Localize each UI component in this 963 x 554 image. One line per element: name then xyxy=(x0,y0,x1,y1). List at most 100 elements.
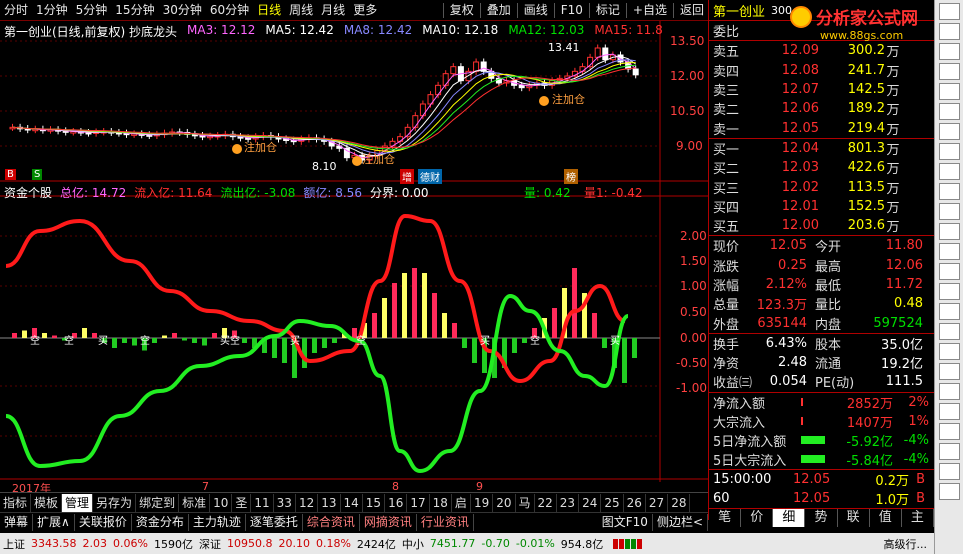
search-icon[interactable] xyxy=(938,163,960,180)
indicator-tab[interactable]: 27 xyxy=(646,493,669,512)
side-icon-bar xyxy=(934,0,963,554)
indicator-tab[interactable]: 20 xyxy=(493,493,516,512)
period-tab[interactable]: 周线 xyxy=(285,0,317,21)
pen-icon[interactable] xyxy=(938,223,960,240)
quote-tab[interactable]: 值 xyxy=(870,508,902,527)
period-tab[interactable]: 60分钟 xyxy=(206,0,253,21)
rsi-icon[interactable] xyxy=(938,203,960,220)
chart-area[interactable]: 第一创业(日线,前复权) 抄底龙头 MA3: 12.12 MA5: 12.42 … xyxy=(0,21,708,495)
info-tab[interactable]: 资金分布 xyxy=(132,513,189,531)
panel-toggle[interactable]: 图文F10 xyxy=(598,513,653,531)
panel-toggle[interactable]: 侧边栏< xyxy=(653,513,708,531)
indicator-tab[interactable]: 24 xyxy=(579,493,602,512)
grid-icon[interactable] xyxy=(938,63,960,80)
toolbar-button[interactable]: +自选 xyxy=(629,0,671,21)
period-tab[interactable]: 分时 xyxy=(0,0,32,21)
indicator-tab[interactable]: 标准 xyxy=(179,493,211,512)
logo-url: www.88gs.com xyxy=(820,29,904,42)
period-tab[interactable]: 5分钟 xyxy=(72,0,112,21)
indicator-tab[interactable]: 管理 xyxy=(62,493,94,512)
toolbar-button[interactable]: 叠加 xyxy=(483,0,515,21)
info-tab[interactable]: 逐笔委托 xyxy=(246,513,303,531)
period-tab[interactable]: 15分钟 xyxy=(111,0,158,21)
info-tab[interactable]: 主力轨迹 xyxy=(189,513,246,531)
indicator-tab[interactable]: 绑定到 xyxy=(136,493,180,512)
flow-bar xyxy=(801,417,803,426)
flow-row: 5日大宗流入 -5.84亿 -4% xyxy=(709,450,934,469)
indicator-tab[interactable]: 12 xyxy=(296,493,319,512)
star-icon[interactable] xyxy=(938,363,960,380)
indicator-tab[interactable]: 11 xyxy=(251,493,274,512)
advanced-quote-link[interactable]: 高级行... xyxy=(881,536,931,552)
indicator-tab[interactable]: 23 xyxy=(557,493,580,512)
toolbar-button[interactable]: 复权 xyxy=(446,0,478,21)
indicator-tab[interactable]: 18 xyxy=(430,493,452,512)
help-icon[interactable] xyxy=(938,423,960,440)
toolbar-button[interactable]: 画线 xyxy=(520,0,552,21)
quote-tab[interactable]: 主 xyxy=(902,508,934,527)
info-tab[interactable]: 扩展∧ xyxy=(33,513,75,531)
indicator-tab[interactable]: 14 xyxy=(341,493,363,512)
indicator-tab[interactable]: 28 xyxy=(668,493,691,512)
exit-icon[interactable] xyxy=(938,463,960,480)
print-icon[interactable] xyxy=(938,403,960,420)
indicator-tab[interactable]: 19 xyxy=(471,493,494,512)
toolbar-button[interactable]: F10 xyxy=(557,0,587,21)
home-icon[interactable] xyxy=(938,3,960,20)
tool-icon[interactable] xyxy=(938,263,960,280)
trend-icon[interactable] xyxy=(938,83,960,100)
f10-icon[interactable] xyxy=(938,123,960,140)
news-icon[interactable] xyxy=(938,143,960,160)
zx-index: 7451.77 xyxy=(429,537,476,550)
indicator-tab[interactable]: 16 xyxy=(385,493,408,512)
info-tab[interactable]: 网摘资讯 xyxy=(360,513,417,531)
quote-tab[interactable]: 联 xyxy=(838,508,870,527)
quote-tab[interactable]: 势 xyxy=(805,508,838,527)
indicator-tab[interactable]: 模板 xyxy=(31,493,63,512)
settings-icon[interactable] xyxy=(938,443,960,460)
export-icon[interactable] xyxy=(938,383,960,400)
period-tab[interactable]: 月线 xyxy=(317,0,349,21)
indicator-bar xyxy=(332,338,337,343)
chart-icon[interactable] xyxy=(938,23,960,40)
info-tab[interactable]: 综合资讯 xyxy=(303,513,360,531)
info-tab[interactable]: 弹幕 xyxy=(0,513,34,531)
indicator-tab[interactable]: 指标 xyxy=(0,493,32,512)
money-icon[interactable] xyxy=(938,103,960,120)
indicator-tab[interactable]: 10 xyxy=(210,493,233,512)
info-tab[interactable]: 行业资讯 xyxy=(417,513,474,531)
indicator-tab[interactable]: 另存为 xyxy=(93,493,137,512)
refresh-icon[interactable] xyxy=(938,283,960,300)
period-tab[interactable]: 更多 xyxy=(349,0,381,21)
calc-icon[interactable] xyxy=(938,303,960,320)
indicator-tab[interactable]: 33 xyxy=(274,493,296,512)
chart-canvas[interactable] xyxy=(0,21,708,482)
toolbar-button[interactable]: 返回 xyxy=(676,0,708,21)
indicator-tab[interactable]: 22 xyxy=(535,493,557,512)
indicator-tab[interactable]: 启 xyxy=(452,493,471,512)
compare-icon[interactable] xyxy=(938,183,960,200)
quote-tab[interactable]: 价 xyxy=(741,508,774,527)
candle-body xyxy=(450,66,457,75)
alarm-icon[interactable] xyxy=(938,343,960,360)
indicator-tab[interactable]: 马 xyxy=(516,493,535,512)
more-icon[interactable] xyxy=(938,483,960,500)
indicator-tab[interactable]: 15 xyxy=(363,493,386,512)
quote-tab[interactable]: 笔 xyxy=(709,508,742,527)
quote-label: 涨幅 xyxy=(713,279,740,294)
warn-icon[interactable] xyxy=(938,243,960,260)
quote-tab[interactable]: 细 xyxy=(773,508,806,527)
indicator-tab[interactable]: 25 xyxy=(601,493,624,512)
indicator-tab[interactable]: 圣 xyxy=(232,493,252,512)
period-tab[interactable]: 日线 xyxy=(253,0,285,21)
indicator-bar xyxy=(22,330,27,338)
toolbar-button[interactable]: 标记 xyxy=(592,0,624,21)
indicator-tab[interactable]: 13 xyxy=(318,493,341,512)
indicator-tab[interactable]: 17 xyxy=(407,493,430,512)
book-icon[interactable] xyxy=(938,323,960,340)
period-tab[interactable]: 1分钟 xyxy=(32,0,72,21)
period-tab[interactable]: 30分钟 xyxy=(159,0,206,21)
indicator-tab[interactable]: 26 xyxy=(624,493,646,512)
info-tab[interactable]: 关联报价 xyxy=(75,513,132,531)
list-icon[interactable] xyxy=(938,43,960,60)
